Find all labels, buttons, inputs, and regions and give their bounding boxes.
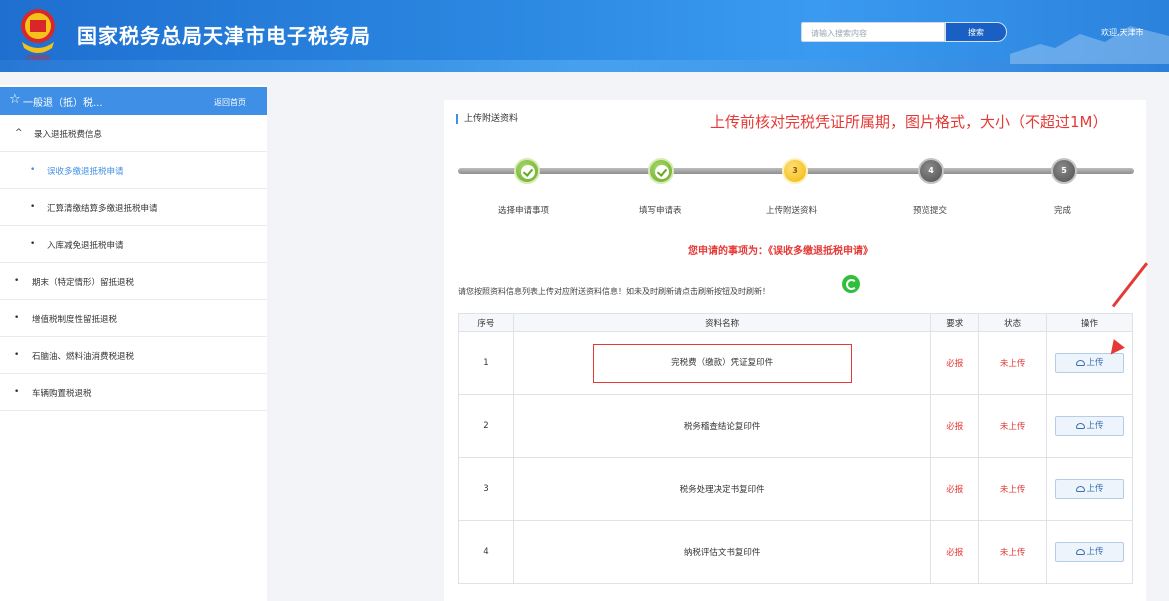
requirement: 必报 (930, 520, 980, 584)
row-number: 2 (458, 394, 514, 458)
sidebar-item-label: 增值税制度性留抵退税 (32, 315, 118, 325)
bullet-icon: • (14, 276, 20, 286)
requirement: 必报 (930, 457, 980, 521)
star-icon[interactable]: ☆ (9, 92, 21, 107)
requirement: 必报 (930, 394, 980, 458)
bullet-icon: • (14, 387, 20, 397)
return-home-link[interactable]: 返回首页 (214, 97, 246, 108)
bullet-icon: • (14, 313, 20, 323)
bullet-icon: • (30, 239, 36, 249)
step-label: 填写申请表 (639, 206, 682, 216)
upload-status: 未上传 (978, 520, 1048, 584)
table-row: 1 完税费（缴款）凭证复印件 必报 未上传 上传 (458, 331, 1133, 395)
upload-button[interactable]: 上传 (1055, 416, 1125, 436)
sidebar-item-exemption-refund[interactable]: • 入库减免退抵税申请 (0, 226, 267, 263)
doc-name: 税务处理决定书复印件 (512, 457, 932, 521)
step-label: 上传附送资料 (766, 206, 818, 216)
upload-note: 请您按照资料信息列表上传对应附送资料信息！如未及时刷新请点击刷新按钮及时刷新！ (458, 287, 770, 296)
doc-name: 纳税评估文书复印件 (512, 520, 932, 584)
doc-name: 完税费（缴款）凭证复印件 (592, 343, 852, 383)
sidebar-item-naphtha-fuel-refund[interactable]: • 石脑油、燃料油消费税退税 (0, 337, 267, 374)
upload-button[interactable]: 上传 (1055, 479, 1125, 499)
doc-name-cell: 完税费（缴款）凭证复印件 (512, 331, 932, 395)
cloud-upload-icon (1075, 360, 1085, 366)
bullet-icon: • (14, 350, 20, 360)
sidebar-item-label: 入库减免退抵税申请 (47, 241, 124, 251)
bullet-icon: • (30, 165, 36, 175)
col-header: 资料名称 (512, 313, 932, 332)
cloud-upload-icon (1075, 423, 1085, 429)
step-label: 预览提交 (913, 206, 948, 216)
tax-emblem-icon: 中国税务 (21, 9, 55, 62)
step-4-icon: 4 (918, 158, 944, 184)
action-cell: 上传 (1046, 520, 1133, 584)
action-cell: 上传 (1046, 457, 1133, 521)
step-label: 选择申请事项 (498, 206, 550, 216)
cloud-upload-icon (1075, 486, 1085, 492)
refresh-icon[interactable] (842, 275, 860, 293)
upload-hint: 上传前核对完税凭证所属期，图片格式，大小（不超过1M） (710, 113, 1108, 131)
applied-item-text: 您申请的事项为：《误收多缴退抵税申请》 (688, 246, 873, 257)
sidebar-item-label: 石脑油、燃料油消费税退税 (32, 352, 135, 362)
sidebar-item-label: 汇算清缴结算多缴退抵税申请 (47, 204, 158, 214)
sidebar-item-label: 误收多缴退抵税申请 (47, 167, 124, 177)
table-row: 4 纳税评估文书复印件 必报 未上传 上传 (458, 520, 1133, 584)
check-icon (521, 165, 535, 179)
step-label: 完成 (1054, 206, 1072, 216)
col-header: 要求 (930, 313, 980, 332)
bullet-icon: • (30, 202, 36, 212)
upload-status: 未上传 (978, 457, 1048, 521)
collapse-caret-icon: ^ (15, 128, 23, 138)
sidebar-item-vehicle-purchase-refund[interactable]: • 车辆购置税退税 (0, 374, 267, 411)
upload-status: 未上传 (978, 394, 1048, 458)
sidebar-item-label: 期末（特定情形）留抵退税 (32, 278, 135, 288)
main-panel: 上传附送资料 上传前核对完税凭证所属期，图片格式，大小（不超过1M） 3 4 5… (444, 100, 1146, 601)
step-1-done-icon (514, 158, 540, 184)
sidebar-header: ☆ 一般退（抵）税... 返回首页 (0, 87, 267, 115)
requirement: 必报 (930, 331, 980, 395)
sidebar-item-vat-credit[interactable]: • 增值税制度性留抵退税 (0, 300, 267, 337)
search-button[interactable]: 搜索 (945, 22, 1007, 42)
step-2-done-icon (648, 158, 674, 184)
attachments-table: 序号 资料名称 要求 状态 操作 1 完税费（缴款）凭证复印件 必报 未上传 上… (458, 313, 1133, 584)
sidebar: ☆ 一般退（抵）税... 返回首页 ^ 录入退抵税费信息 • 误收多缴退抵税申请… (0, 85, 267, 601)
sidebar-item-label: 车辆购置税退税 (32, 389, 92, 399)
upload-button[interactable]: 上传 (1055, 542, 1125, 562)
row-number: 4 (458, 520, 514, 584)
site-title: 国家税务总局天津市电子税务局 (77, 24, 371, 48)
banner-stripe (0, 60, 1169, 72)
step-5-icon: 5 (1051, 158, 1077, 184)
section-title: 上传附送资料 (456, 114, 518, 124)
sidebar-item-enter-refund-info[interactable]: ^ 录入退抵税费信息 (0, 115, 267, 152)
col-header: 状态 (978, 313, 1048, 332)
sidebar-item-settlement-refund[interactable]: • 汇算清缴结算多缴退抵税申请 (0, 189, 267, 226)
doc-name: 税务稽查结论复印件 (512, 394, 932, 458)
sidebar-item-period-end-credit[interactable]: • 期末（特定情形）留抵退税 (0, 263, 267, 300)
sidebar-item-mistaken-overpayment[interactable]: • 误收多缴退抵税申请 (0, 152, 267, 189)
table-row: 3 税务处理决定书复印件 必报 未上传 上传 (458, 457, 1133, 521)
row-number: 3 (458, 457, 514, 521)
col-header: 序号 (458, 313, 514, 332)
action-cell: 上传 (1046, 394, 1133, 458)
check-icon (655, 165, 669, 179)
sidebar-title: 一般退（抵）税... (23, 98, 103, 109)
table-row: 2 税务稽查结论复印件 必报 未上传 上传 (458, 394, 1133, 458)
col-header: 操作 (1046, 313, 1133, 332)
top-banner: 中国税务 国家税务总局天津市电子税务局 请输入搜索内容 搜索 欢迎,天津市 (0, 0, 1169, 72)
cloud-upload-icon (1075, 549, 1085, 555)
great-wall-decoration (1010, 26, 1169, 64)
row-number: 1 (458, 331, 514, 395)
search-input[interactable]: 请输入搜索内容 (801, 22, 945, 42)
svg-text:中国税务: 中国税务 (26, 54, 50, 62)
upload-status: 未上传 (978, 331, 1048, 395)
welcome-text: 欢迎,天津市 (1101, 28, 1144, 37)
action-cell: 上传 (1046, 331, 1133, 395)
sidebar-item-label: 录入退抵税费信息 (34, 130, 103, 140)
step-3-current-icon: 3 (782, 158, 808, 184)
table-header-row: 序号 资料名称 要求 状态 操作 (458, 313, 1133, 332)
